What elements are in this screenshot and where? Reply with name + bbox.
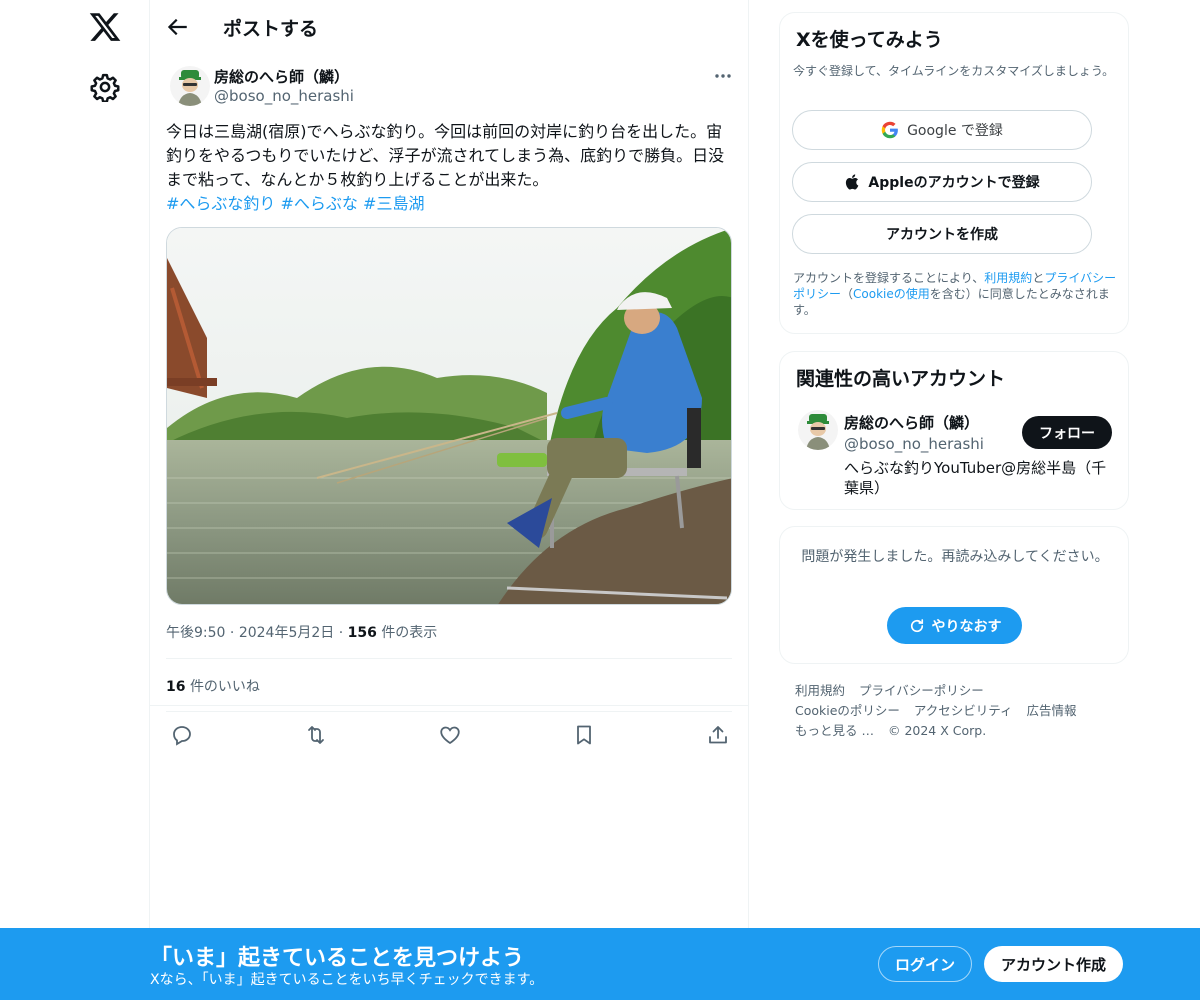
share-button[interactable]: [706, 723, 730, 747]
terms-paren: （: [841, 287, 854, 301]
relevant-account-name[interactable]: 房総のへら師（鱗）: [844, 412, 979, 433]
retry-button[interactable]: やりなおす: [887, 607, 1022, 644]
gear-icon[interactable]: [90, 72, 120, 103]
follow-button[interactable]: フォロー: [1022, 416, 1112, 449]
main-column: ポストする 房総のへら師（鱗） @boso_no_herashi 今日は三島湖(…: [149, 0, 749, 930]
views-label: 件の表示: [381, 625, 438, 641]
login-button[interactable]: ログイン: [878, 946, 972, 982]
signup-subtitle: 今すぐ登録して、タイムラインをカスタマイズしましょう。: [793, 64, 1115, 78]
footer-link-privacy[interactable]: プライバシーポリシー: [859, 683, 984, 698]
signup-title: Xを使ってみよう: [796, 29, 943, 51]
apple-icon: [846, 174, 859, 190]
footer-links: 利用規約 プライバシーポリシー Cookieのポリシー アクセシビリティ 広告情…: [795, 681, 1125, 741]
relevant-account-handle[interactable]: @boso_no_herashi: [844, 435, 984, 453]
apple-signup-label: Appleのアカウントで登録: [868, 175, 1040, 191]
author-name[interactable]: 房総のへら師（鱗）: [214, 66, 349, 87]
divider: [166, 658, 732, 659]
footer-link-accessibility[interactable]: アクセシビリティ: [914, 703, 1013, 718]
hashtag-2[interactable]: #へらぶな: [281, 194, 358, 213]
relevant-account-bio: へらぶな釣りYouTuber@房総半島（千葉県）: [844, 459, 1107, 497]
create-account-button[interactable]: アカウントを作成: [792, 214, 1092, 254]
google-signup-button[interactable]: Google で登録: [792, 110, 1092, 150]
likes-summary[interactable]: 16 件のいいね: [166, 676, 260, 696]
create-account-label: アカウントを作成: [886, 227, 998, 243]
views-count: 156: [347, 625, 377, 641]
x-logo-icon[interactable]: [88, 10, 122, 44]
footer-link-ads[interactable]: 広告情報: [1027, 703, 1077, 718]
terms-and: と: [1032, 271, 1045, 285]
refresh-icon: [910, 618, 923, 632]
meta-separator: ·: [229, 625, 239, 641]
reply-button[interactable]: [170, 723, 194, 747]
avatar[interactable]: [170, 66, 210, 106]
post-text: 今日は三島湖(宿原)でへらぶな釣り。今回は前回の対岸に釣り台を出した。宙釣りをや…: [166, 120, 736, 216]
avatar[interactable]: [798, 410, 838, 450]
cookie-use-link[interactable]: Cookieの使用: [853, 287, 930, 301]
apple-signup-button[interactable]: Appleのアカウントで登録: [792, 162, 1092, 202]
signup-card: Xを使ってみよう 今すぐ登録して、タイムラインをカスタマイズしましょう。 Goo…: [779, 12, 1129, 334]
like-button[interactable]: [438, 723, 462, 747]
likes-count: 16: [166, 679, 186, 695]
post-time[interactable]: 午後9:50: [166, 625, 225, 641]
left-nav: [0, 0, 150, 1000]
relevant-accounts-card: 関連性の高いアカウント 房総のへら師（鱗） @boso_no_herashi へ…: [779, 351, 1129, 510]
post: 房総のへら師（鱗） @boso_no_herashi 今日は三島湖(宿原)でへら…: [150, 0, 748, 746]
footer-link-cookie[interactable]: Cookieのポリシー: [795, 703, 900, 718]
terms-text: アカウントを登録することにより、利用規約とプライバシーポリシー（Cookieの使…: [793, 270, 1123, 318]
google-signup-label: Google で登録: [907, 123, 1003, 139]
terms-of-service-link[interactable]: 利用規約: [984, 271, 1032, 285]
more-button[interactable]: [710, 66, 736, 86]
bottom-signup-bar: 「いま」起きていることを見つけよう Xなら、「いま」起きていることをいち早くチェ…: [0, 928, 1200, 1000]
divider: [166, 711, 732, 712]
relevant-accounts-title: 関連性の高いアカウント: [796, 368, 1006, 390]
signup-button[interactable]: アカウント作成: [984, 946, 1123, 982]
post-date[interactable]: 2024年5月2日: [239, 625, 334, 641]
error-message: 問題が発生しました。再読み込みしてください。: [801, 549, 1109, 565]
bookmark-button[interactable]: [572, 723, 596, 747]
repost-icon: [308, 726, 324, 744]
post-image[interactable]: [166, 227, 732, 605]
footer-link-more[interactable]: もっと見る …: [795, 723, 874, 738]
post-body: 今日は三島湖(宿原)でへらぶな釣り。今回は前回の対岸に釣り台を出した。宙釣りをや…: [166, 122, 725, 189]
more-dots-icon: [715, 74, 731, 78]
post-meta: 午後9:50 · 2024年5月2日 · 156 件の表示: [166, 622, 437, 642]
hashtag-3[interactable]: #三島湖: [363, 194, 424, 213]
footer-copyright: © 2024 X Corp.: [887, 723, 987, 738]
footer-link-terms[interactable]: 利用規約: [795, 683, 845, 698]
meta-separator: ·: [338, 625, 348, 641]
reply-icon: [173, 726, 191, 746]
terms-prefix: アカウントを登録することにより、: [793, 271, 985, 285]
likes-label: 件のいいね: [189, 679, 260, 695]
bottom-bar-title: 「いま」起きていることを見つけよう: [150, 946, 525, 971]
author-handle[interactable]: @boso_no_herashi: [214, 87, 354, 105]
google-icon: [881, 121, 898, 139]
error-card: 問題が発生しました。再読み込みしてください。 やりなおす: [779, 526, 1129, 664]
bookmark-icon: [577, 725, 591, 745]
bottom-bar-subtitle: Xなら、「いま」起きていることをいち早くチェックできます。: [150, 972, 544, 988]
hashtag-1[interactable]: #へらぶな釣り: [166, 194, 275, 213]
repost-button[interactable]: [304, 723, 328, 747]
heart-icon: [440, 726, 460, 745]
retry-label: やりなおす: [931, 618, 1002, 635]
share-icon: [709, 726, 727, 744]
